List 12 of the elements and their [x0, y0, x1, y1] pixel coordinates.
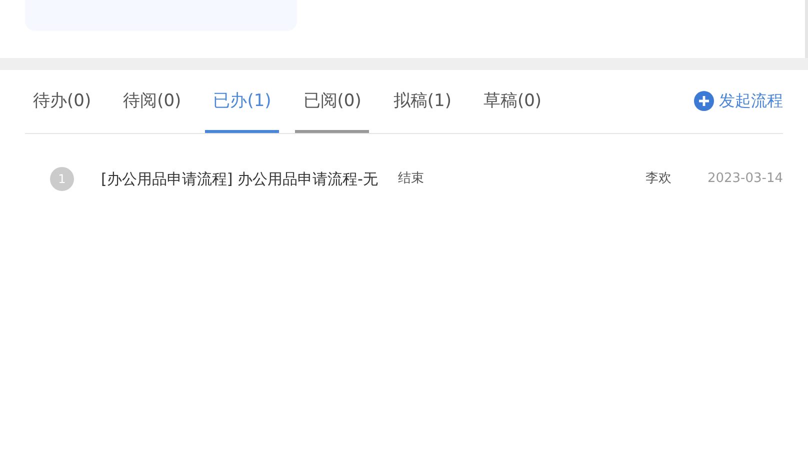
plus-icon	[694, 90, 714, 110]
tab[interactable]: 草稿(0)	[475, 70, 550, 133]
tab[interactable]: 待阅(0)	[115, 70, 190, 133]
tab[interactable]: 拟稿(1)	[385, 70, 460, 133]
tab[interactable]: 已办(1)	[205, 70, 280, 133]
status-text: 结束	[398, 170, 424, 188]
row-title-link[interactable]: [办公用品申请流程] 办公用品申请流程-无	[101, 168, 378, 190]
tab[interactable]: 待办(0)	[25, 70, 100, 133]
tab[interactable]: 已阅(0)	[295, 70, 370, 133]
start-process-button[interactable]: 发起流程	[694, 70, 783, 133]
person-name: 李欢	[645, 170, 672, 188]
date-text: 2023-03-14	[707, 170, 783, 188]
